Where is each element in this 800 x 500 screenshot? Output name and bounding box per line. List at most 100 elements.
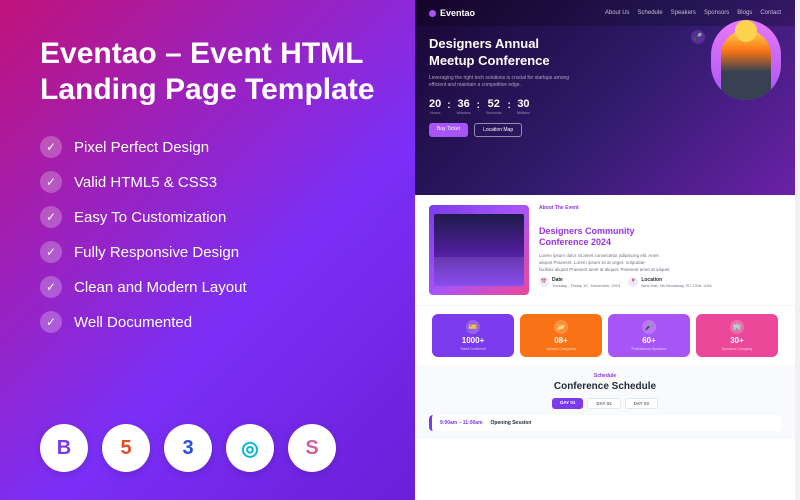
mock-schedule-title: Conference Schedule	[429, 381, 781, 392]
mock-nav-link[interactable]: Blogs	[737, 10, 752, 16]
mock-location-icon: 📍	[628, 277, 638, 287]
count-label: Seconds	[486, 110, 502, 115]
mock-stat-card: 📂 08+ Industry Categories	[520, 314, 602, 357]
countdown-item: 36 Minutes	[457, 98, 471, 115]
stat-icon: 📂	[554, 320, 568, 334]
mock-location-text: New Hall, 4th Broadway, R7-1318, USA	[641, 283, 711, 289]
stat-label: Professional Speakers	[631, 347, 666, 351]
stat-icon: 🎫	[466, 320, 480, 334]
feature-item: ✓ Clean and Modern Layout	[40, 276, 375, 298]
countdown-colon: :	[477, 98, 480, 115]
countdown-item: 30 Millisec	[517, 98, 530, 115]
mock-schedule-tabs: DAY 01 DAY 02 DAY 03	[429, 398, 781, 409]
mock-website: Eventao About Us Schedule Speakers Sponsors…	[415, 0, 795, 500]
count-label: Millisec	[517, 110, 530, 115]
check-icon: ✓	[40, 136, 62, 158]
mock-nav-link[interactable]: Speakers	[671, 10, 696, 16]
main-title: Eventao – Event HTML Landing Page Templa…	[40, 36, 375, 108]
tech-icons: B53 ◎ S	[40, 424, 375, 472]
count-number: 30	[517, 98, 530, 110]
check-icon: ✓	[40, 276, 62, 298]
preview-container: Eventao About Us Schedule Speakers Sponsors…	[415, 0, 800, 500]
features-list: ✓ Pixel Perfect Design ✓ Valid HTML5 & C…	[40, 136, 375, 333]
stat-number: 1000+	[462, 336, 484, 345]
feature-item: ✓ Fully Responsive Design	[40, 241, 375, 263]
feature-label: Clean and Modern Layout	[74, 279, 247, 296]
mock-hero-subtitle: Leveraging the right tech solutions is c…	[429, 75, 781, 90]
stat-label: Industry Categories	[546, 347, 576, 351]
stat-label: Ticket Confirmed	[460, 347, 486, 351]
schedule-tab[interactable]: DAY 02	[587, 398, 620, 409]
mock-nav-link[interactable]: Contact	[760, 10, 781, 16]
schedule-tab[interactable]: DAY 01	[552, 398, 583, 409]
feature-item: ✓ Well Documented	[40, 311, 375, 333]
feature-item: ✓ Easy To Customization	[40, 206, 375, 228]
mock-hero-section: Eventao About Us Schedule Speakers Sponsors…	[415, 0, 795, 195]
tech-icon-html5: 5	[102, 424, 150, 472]
mock-schedule-session: Opening Session	[491, 420, 532, 426]
feature-label: Pixel Perfect Design	[74, 139, 209, 156]
mock-schedule-row: 9:00am – 11:00am Opening Session	[429, 415, 781, 431]
tech-icon-tailwind: ◎	[226, 424, 274, 472]
stat-icon: 🎤	[642, 320, 656, 334]
mock-about-details: 📅 Date Tuesday - Friday 10 - November, 2…	[539, 277, 781, 289]
count-label: Hours	[429, 110, 441, 115]
mock-nav-link[interactable]: About Us	[605, 10, 630, 16]
mock-nav-link[interactable]: Sponsors	[704, 10, 729, 16]
mock-stat-card: 🎫 1000+ Ticket Confirmed	[432, 314, 514, 357]
countdown-item: 20 Hours	[429, 98, 441, 115]
mock-hero-title: Designers Annual Meetup Conference	[429, 36, 781, 70]
mock-nav-link[interactable]: Schedule	[638, 10, 663, 16]
left-panel: Eventao – Event HTML Landing Page Templa…	[0, 0, 415, 500]
mock-hero-content: Designers Annual Meetup Conference Lever…	[415, 26, 795, 147]
tech-icon-sass: S	[288, 424, 336, 472]
countdown-item: 52 Seconds	[486, 98, 502, 115]
mock-about-image-inner	[429, 205, 529, 295]
count-number: 20	[429, 98, 441, 110]
mock-nav-links: About Us Schedule Speakers Sponsors Blogs Con…	[605, 10, 781, 16]
mock-about-section: About The Event Designers Community Conf…	[415, 195, 795, 305]
check-icon: ✓	[40, 206, 62, 228]
feature-label: Fully Responsive Design	[74, 244, 239, 261]
mock-countdown: 20 Hours : 36 Minutes : 52 Seconds : 30 …	[429, 98, 781, 115]
stat-icon: 🏢	[730, 320, 744, 334]
mock-about-label: About The Event	[539, 205, 781, 211]
count-number: 52	[486, 98, 502, 110]
mock-about-text1: Lorem ipsum dolor sit amet consectetur a…	[539, 253, 781, 273]
feature-item: ✓ Valid HTML5 & CSS3	[40, 171, 375, 193]
check-icon: ✓	[40, 311, 62, 333]
mock-detail-location: 📍 Location New Hall, 4th Broadway, R7-13…	[628, 277, 711, 289]
stat-number: 30+	[730, 336, 744, 345]
mock-logo-dot	[429, 10, 436, 17]
countdown-colon: :	[447, 98, 450, 115]
tech-icon-bootstrap: B	[40, 424, 88, 472]
mock-schedule-section: Schedule Conference Schedule DAY 01DAY 0…	[415, 365, 795, 439]
mock-buy-ticket-btn[interactable]: Buy Ticket	[429, 123, 468, 137]
countdown-colon: :	[508, 98, 511, 115]
mock-stat-card: 🏢 30+ Sponsors Company	[696, 314, 778, 357]
mock-logo: Eventao	[429, 8, 475, 18]
mock-about-content: About The Event Designers Community Conf…	[539, 205, 781, 295]
mock-stats-section: 🎫 1000+ Ticket Confirmed 📂 08+ Industry …	[415, 305, 795, 365]
mock-schedule-label: Schedule	[429, 373, 781, 379]
right-panel: Eventao About Us Schedule Speakers Sponsors…	[415, 0, 800, 500]
stat-number: 08+	[554, 336, 568, 345]
feature-label: Valid HTML5 & CSS3	[74, 174, 217, 191]
count-label: Minutes	[457, 110, 471, 115]
mock-about-image	[429, 205, 529, 295]
mock-stat-card: 🎤 60+ Professional Speakers	[608, 314, 690, 357]
check-icon: ✓	[40, 241, 62, 263]
mock-hero-buttons: Buy Ticket Location Map	[429, 123, 781, 137]
feature-item: ✓ Pixel Perfect Design	[40, 136, 375, 158]
mock-location-btn[interactable]: Location Map	[474, 123, 522, 137]
count-number: 36	[457, 98, 471, 110]
tech-icon-css3: 3	[164, 424, 212, 472]
stat-label: Sponsors Company	[722, 347, 753, 351]
mock-calendar-icon: 📅	[539, 277, 549, 287]
feature-label: Easy To Customization	[74, 209, 226, 226]
feature-label: Well Documented	[74, 314, 192, 331]
check-icon: ✓	[40, 171, 62, 193]
mock-about-title: Designers Community Conference 2024	[539, 214, 781, 249]
mock-detail-date: 📅 Date Tuesday - Friday 10 - November, 2…	[539, 277, 620, 289]
schedule-tab[interactable]: DAY 03	[625, 398, 658, 409]
